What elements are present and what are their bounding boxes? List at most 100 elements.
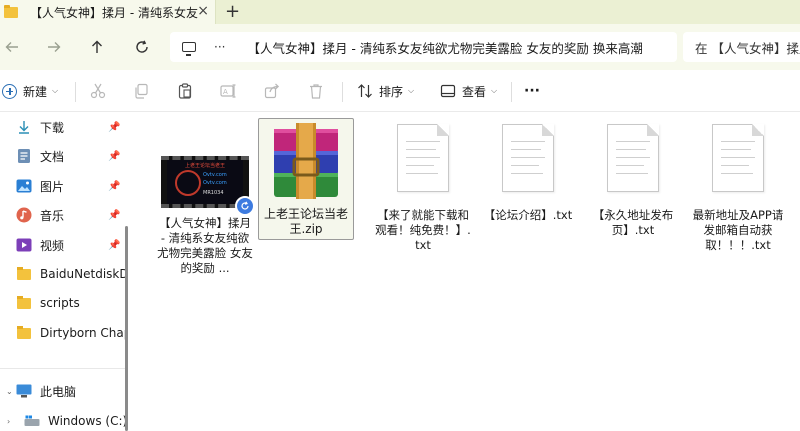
paste-button[interactable] xyxy=(177,80,193,102)
cut-button[interactable] xyxy=(90,80,106,102)
sidebar-item-label: BaiduNetdiskDownload xyxy=(40,267,126,281)
download-icon xyxy=(16,119,32,135)
toolbar-divider xyxy=(75,82,76,102)
sort-icon xyxy=(358,84,372,98)
forward-button[interactable] xyxy=(42,35,66,59)
sidebar-divider xyxy=(0,368,126,369)
sidebar-item-label: 下载 xyxy=(40,120,65,135)
clipboard-icon xyxy=(178,83,192,99)
more-options-button[interactable]: ··· xyxy=(524,80,540,102)
arrow-right-icon xyxy=(48,42,61,52)
text-file-icon xyxy=(712,124,764,192)
view-icon xyxy=(440,84,456,98)
search-input[interactable]: 在 【人气女神】揉月 - 清纯系女友 xyxy=(683,32,800,62)
thumbnail-text: MR1034 xyxy=(203,190,224,196)
plus-circle-icon xyxy=(2,83,17,99)
sidebar-item-scripts[interactable]: scripts xyxy=(0,290,126,316)
chevron-right-icon[interactable]: › xyxy=(7,417,10,426)
sidebar-scrollbar[interactable] xyxy=(125,226,128,431)
sort-button[interactable]: 排序 ⌵ xyxy=(357,80,414,102)
file-name: 最新地址及APP请发邮箱自动获取！！！.txt xyxy=(692,208,784,252)
sidebar-item-label: 图片 xyxy=(40,179,65,194)
file-item-txt[interactable]: 【永久地址发布页】.txt xyxy=(585,124,681,238)
folder-icon xyxy=(17,266,31,280)
text-file-icon xyxy=(502,124,554,192)
file-item-zip[interactable]: 上老王论坛当老王.zip xyxy=(258,118,354,240)
sidebar-item-label: 此电脑 xyxy=(40,384,77,399)
thumbnail-text: 上老王论坛当老王 xyxy=(184,163,225,169)
file-name: 【来了就能下载和观看！纯免费！】.txt xyxy=(375,208,471,252)
new-button-label: 新建 xyxy=(23,84,48,99)
sidebar-item-music[interactable]: 音乐 📌 xyxy=(0,202,126,228)
copy-button[interactable] xyxy=(133,80,149,102)
new-button[interactable]: 新建 ⌵ xyxy=(2,80,58,102)
file-item-txt[interactable]: 【来了就能下载和观看！纯免费！】.txt xyxy=(375,124,471,253)
sidebar-item-videos[interactable]: 视频 📌 xyxy=(0,232,126,258)
refresh-icon xyxy=(136,40,148,53)
sidebar-item-label: 文档 xyxy=(40,149,65,164)
new-tab-button[interactable]: + xyxy=(225,1,240,22)
chevron-down-icon: ⌵ xyxy=(408,86,415,95)
address-bar[interactable]: ··· 【人气女神】揉月 - 清纯系女友纯欲尤物完美露脸 女友的奖励 换来高潮 xyxy=(170,32,677,62)
sidebar-item-label: scripts xyxy=(40,296,80,310)
toolbar-divider xyxy=(511,82,512,102)
file-item-txt[interactable]: 最新地址及APP请发邮箱自动获取！！！.txt xyxy=(690,124,786,253)
up-button[interactable] xyxy=(85,35,109,59)
pin-icon: 📌 xyxy=(108,150,121,162)
pin-icon: 📌 xyxy=(108,121,121,133)
delete-button[interactable] xyxy=(308,80,324,102)
pictures-icon xyxy=(16,178,32,194)
close-tab-button[interactable]: × xyxy=(197,3,209,19)
sidebar-item-label: Windows (C:) xyxy=(48,414,126,428)
file-item-video[interactable]: 上老王论坛当老王 Ovtv.com Ovtv.com MR1034 【人气女神】… xyxy=(157,156,255,276)
sidebar-item-windows-c[interactable]: › Windows (C:) xyxy=(0,408,126,431)
arrow-left-icon xyxy=(5,42,18,52)
thumbnail-text: Ovtv.com xyxy=(203,180,227,186)
file-item-txt[interactable]: 【论坛介绍】.txt xyxy=(480,124,576,223)
sidebar-item-label: 视频 xyxy=(40,238,65,253)
file-name: 【永久地址发布页】.txt xyxy=(592,208,674,237)
title-bar: 【人气女神】揉月 - 清纯系女友纯欲尤物完美露脸 女友的奖励 换来高潮 × + xyxy=(0,0,800,24)
pin-icon: 📌 xyxy=(108,180,121,192)
rename-button[interactable]: A xyxy=(220,80,236,102)
sidebar-item-dirtyborn[interactable]: Dirtyborn Chapter xyxy=(0,320,126,346)
thumbnail-text: Ovtv.com xyxy=(203,172,227,178)
video-thumbnail: 上老王论坛当老王 Ovtv.com Ovtv.com MR1034 xyxy=(161,156,255,216)
file-list: 上老王论坛当老王 Ovtv.com Ovtv.com MR1034 【人气女神】… xyxy=(135,112,800,431)
videos-icon xyxy=(16,237,32,253)
refresh-button[interactable] xyxy=(130,35,154,59)
chevron-down-icon: ⌵ xyxy=(52,86,59,95)
scissors-icon xyxy=(90,83,106,99)
documents-icon xyxy=(16,148,32,164)
text-file-icon xyxy=(607,124,659,192)
sort-button-label: 排序 xyxy=(379,84,404,99)
path-overflow-button[interactable]: ··· xyxy=(214,40,225,54)
share-icon xyxy=(264,83,280,99)
rename-icon: A xyxy=(220,84,236,98)
command-bar: 新建 ⌵ A 排序 ⌵ 查看 ⌵ ··· xyxy=(0,70,800,112)
navigation-pane: 下载 📌 文档 📌 图片 📌 音乐 📌 视频 📌 BaiduNetdiskDow… xyxy=(0,112,132,431)
file-name: 【论坛介绍】.txt xyxy=(483,208,573,222)
pin-icon: 📌 xyxy=(108,209,121,221)
chevron-down-icon[interactable]: ⌄ xyxy=(6,387,13,396)
sidebar-item-documents[interactable]: 文档 📌 xyxy=(0,143,126,169)
folder-icon xyxy=(4,4,18,18)
computer-icon xyxy=(182,42,196,56)
file-name: 上老王论坛当老王.zip xyxy=(263,207,348,236)
sidebar-item-downloads[interactable]: 下载 📌 xyxy=(0,114,126,140)
address-row: ··· 【人气女神】揉月 - 清纯系女友纯欲尤物完美露脸 女友的奖励 换来高潮 … xyxy=(0,24,800,70)
back-button[interactable] xyxy=(0,35,24,59)
sidebar-item-pictures[interactable]: 图片 📌 xyxy=(0,173,126,199)
arrow-up-icon xyxy=(92,40,102,53)
sidebar-item-baidunetdisk[interactable]: BaiduNetdiskDownload xyxy=(0,261,126,287)
tab-title: 【人气女神】揉月 - 清纯系女友纯欲尤物完美露脸 女友的奖励 换来高潮 xyxy=(30,5,198,20)
sidebar-item-this-pc[interactable]: ⌄ 此电脑 xyxy=(0,378,126,404)
sidebar-item-label: Dirtyborn Chapter xyxy=(40,326,126,340)
tab-current-folder[interactable]: 【人气女神】揉月 - 清纯系女友纯欲尤物完美露脸 女友的奖励 换来高潮 × xyxy=(0,0,216,24)
sidebar-item-label: 音乐 xyxy=(40,208,65,223)
share-button[interactable] xyxy=(264,80,280,102)
view-button[interactable]: 查看 ⌵ xyxy=(440,80,497,102)
file-name: 【人气女神】揉月 - 清纯系女友纯欲尤物完美露脸 女友的奖励 ... xyxy=(157,216,253,275)
text-file-icon xyxy=(397,124,449,192)
trash-icon xyxy=(310,84,322,99)
